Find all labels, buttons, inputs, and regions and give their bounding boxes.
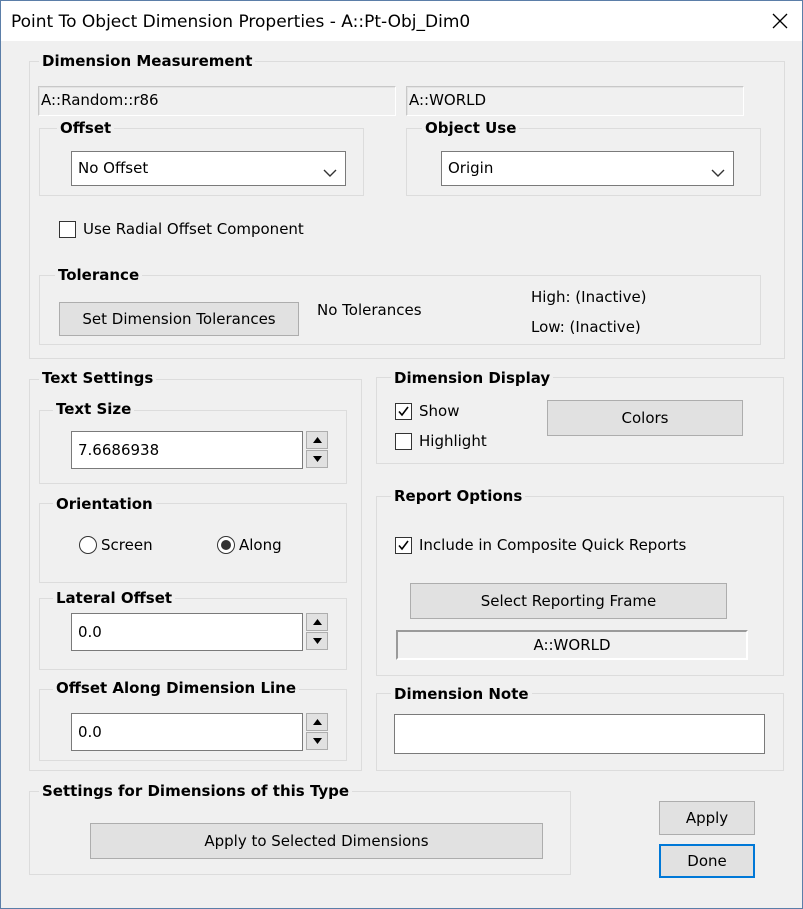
- orientation-screen-label: Screen: [101, 536, 153, 554]
- dialog-window: Point To Object Dimension Properties - A…: [0, 0, 803, 909]
- text-size-input[interactable]: 7.6686938: [71, 431, 303, 469]
- dimension-display-label: Dimension Display: [391, 369, 554, 387]
- spin-down-button[interactable]: [306, 732, 328, 750]
- orientation-along-radio[interactable]: [217, 536, 235, 554]
- window-title: Point To Object Dimension Properties - A…: [11, 12, 471, 32]
- show-checkbox[interactable]: [395, 403, 412, 420]
- highlight-label: Highlight: [419, 432, 487, 450]
- set-dimension-tolerances-button[interactable]: Set Dimension Tolerances: [59, 302, 299, 336]
- reporting-frame-field: A::WORLD: [396, 630, 748, 660]
- colors-button[interactable]: Colors: [547, 400, 743, 436]
- text-settings-label: Text Settings: [39, 369, 157, 387]
- apply-to-selected-button[interactable]: Apply to Selected Dimensions: [90, 823, 543, 859]
- include-composite-label: Include in Composite Quick Reports: [419, 536, 687, 554]
- orientation-label: Orientation: [53, 495, 156, 513]
- spin-up-button[interactable]: [306, 713, 328, 731]
- lateral-offset-input[interactable]: 0.0: [71, 613, 303, 651]
- offset-along-spinner[interactable]: [306, 713, 328, 751]
- apply-button[interactable]: Apply: [659, 801, 755, 835]
- orientation-screen-radio[interactable]: [79, 536, 97, 554]
- show-label: Show: [419, 402, 460, 420]
- tolerance-status: No Tolerances: [317, 301, 422, 319]
- spin-up-button[interactable]: [306, 613, 328, 631]
- text-size-label: Text Size: [53, 400, 135, 418]
- dimension-note-input[interactable]: [394, 714, 765, 754]
- lateral-offset-label: Lateral Offset: [53, 589, 176, 607]
- tolerance-label: Tolerance: [55, 266, 143, 284]
- done-button[interactable]: Done: [659, 844, 755, 878]
- object-use-select-value: Origin: [448, 159, 494, 177]
- entity-a-field: A::Random::r86: [38, 86, 396, 116]
- object-use-select[interactable]: Origin: [441, 151, 734, 186]
- tolerance-low: Low: (Inactive): [531, 318, 641, 336]
- close-icon[interactable]: [772, 13, 788, 29]
- radial-offset-label: Use Radial Offset Component: [83, 220, 304, 238]
- dimension-note-label: Dimension Note: [391, 685, 532, 703]
- chevron-down-icon: [323, 164, 337, 177]
- include-composite-checkbox[interactable]: [395, 537, 412, 554]
- offset-select-value: No Offset: [78, 159, 149, 177]
- spin-down-button[interactable]: [306, 632, 328, 650]
- text-size-spinner[interactable]: [306, 431, 328, 469]
- entity-b-field: A::WORLD: [406, 86, 744, 116]
- offset-along-label: Offset Along Dimension Line: [53, 679, 299, 697]
- spin-down-button[interactable]: [306, 450, 328, 468]
- report-options-label: Report Options: [391, 487, 526, 505]
- offset-select[interactable]: No Offset: [71, 151, 346, 186]
- highlight-checkbox[interactable]: [395, 433, 412, 450]
- select-reporting-frame-button[interactable]: Select Reporting Frame: [410, 583, 727, 619]
- spin-up-button[interactable]: [306, 431, 328, 449]
- offset-label: Offset: [57, 119, 115, 137]
- offset-along-input[interactable]: 0.0: [71, 713, 303, 751]
- settings-for-type-label: Settings for Dimensions of this Type: [39, 782, 353, 800]
- tolerance-high: High: (Inactive): [531, 288, 647, 306]
- chevron-down-icon: [711, 164, 725, 177]
- object-use-label: Object Use: [422, 119, 520, 137]
- dimension-measurement-label: Dimension Measurement: [39, 52, 256, 70]
- lateral-offset-spinner[interactable]: [306, 613, 328, 651]
- orientation-along-label: Along: [239, 536, 282, 554]
- title-bar[interactable]: Point To Object Dimension Properties - A…: [1, 1, 802, 41]
- radial-offset-checkbox[interactable]: [59, 221, 76, 238]
